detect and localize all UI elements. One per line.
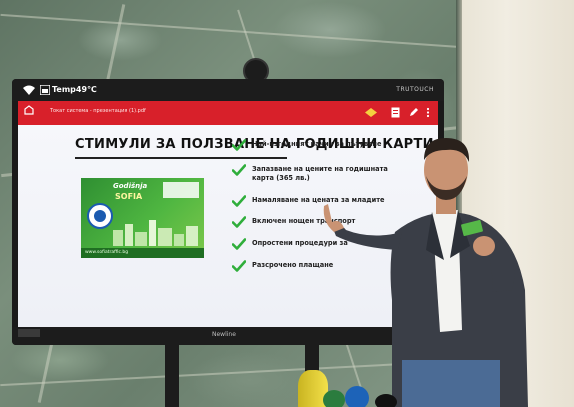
photo-scene: Temp49℃ TRUTOUCH Токат системa - презент… (0, 0, 574, 407)
microphone (345, 386, 369, 407)
microphone (375, 394, 397, 407)
microphone (323, 390, 345, 407)
presenter (323, 138, 528, 407)
